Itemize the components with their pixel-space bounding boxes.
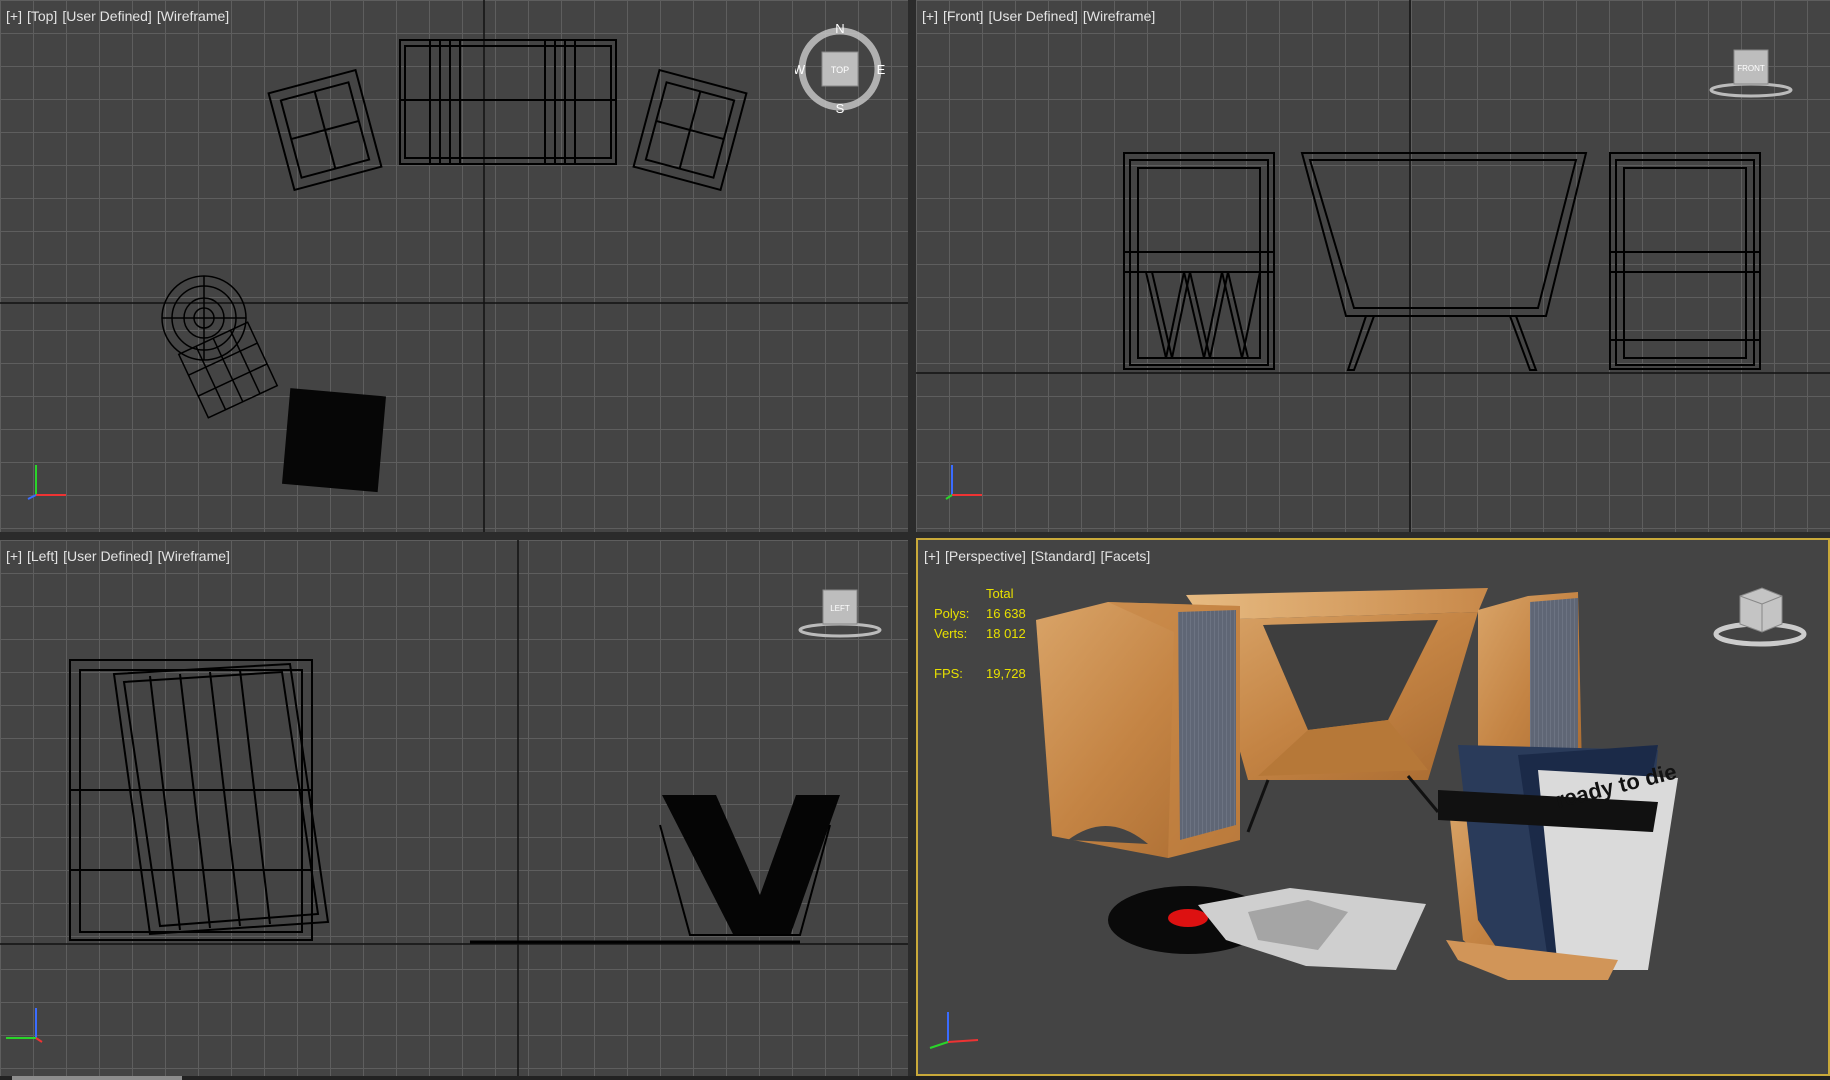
- front-viewport[interactable]: [+] [Front] [User Defined] [Wireframe] F…: [916, 0, 1830, 532]
- viewcube[interactable]: FRONT: [1706, 44, 1796, 104]
- compass-south-label: S: [836, 101, 845, 114]
- scrollbar-thumb[interactable]: [12, 1076, 182, 1080]
- top-wireframe-scene: [0, 0, 908, 532]
- compass-east-label: E: [877, 62, 885, 77]
- viewcube[interactable]: LEFT: [795, 584, 885, 644]
- axis-tripod-icon: [929, 1012, 979, 1049]
- viewcube-face-label: FRONT: [1737, 64, 1765, 73]
- viewcube[interactable]: [1710, 582, 1810, 652]
- viewcube-compass[interactable]: TOP N S E W: [795, 24, 885, 114]
- compass-north-label: N: [835, 24, 844, 36]
- top-viewport[interactable]: [+] [Top] [User Defined] [Wireframe] TOP…: [0, 0, 908, 532]
- axis-tripod-icon: [27, 465, 66, 500]
- bottom-scrollbar[interactable]: [0, 1076, 1830, 1080]
- viewcube-face-label: LEFT: [830, 604, 850, 613]
- perspective-viewport[interactable]: [+] [Perspective] [Standard] [Facets] To…: [916, 538, 1830, 1076]
- axis-tripod-icon: [945, 465, 982, 500]
- compass-west-label: W: [795, 62, 806, 77]
- left-viewport[interactable]: [+] [Left] [User Defined] [Wireframe] LE…: [0, 540, 908, 1076]
- left-wireframe-scene: [0, 540, 908, 1076]
- viewcube-face-label: TOP: [831, 65, 849, 75]
- perspective-render-scene: ready to die: [1036, 588, 1679, 980]
- axis-tripod-icon: [6, 1008, 43, 1043]
- front-wireframe-scene: [916, 0, 1830, 532]
